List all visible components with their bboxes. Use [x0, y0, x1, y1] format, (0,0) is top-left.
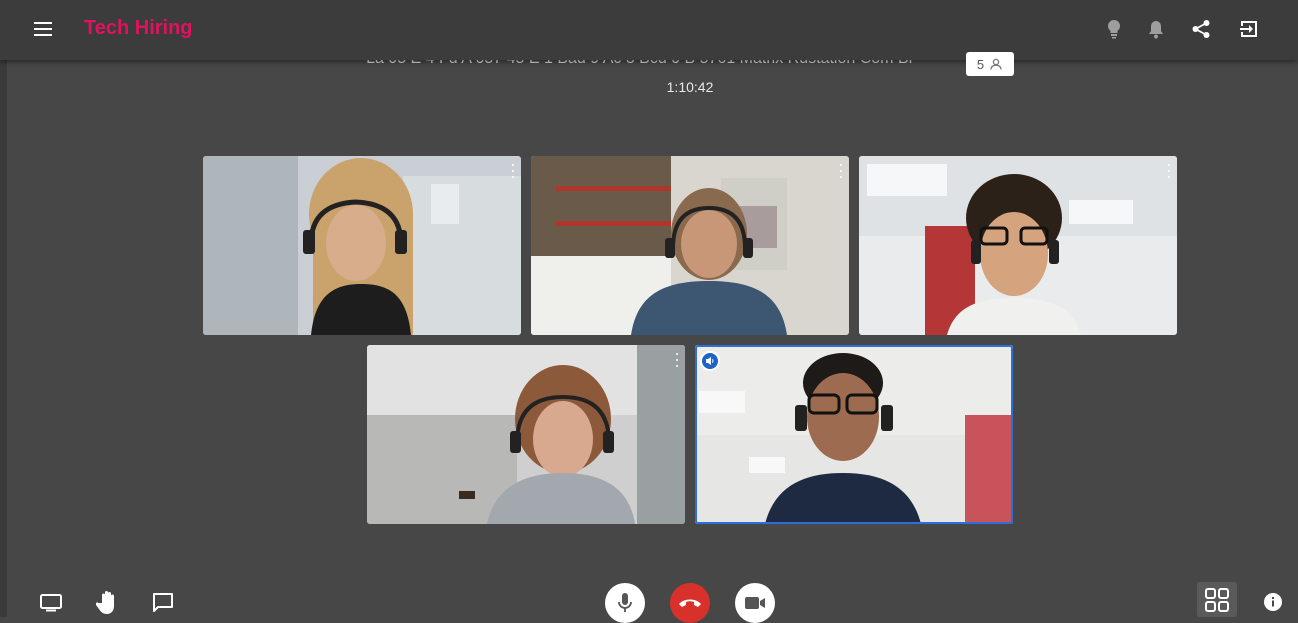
share-icon: [1192, 20, 1210, 38]
participant-tile-5[interactable]: [695, 345, 1013, 524]
menu-icon: [34, 22, 52, 36]
notifications-button[interactable]: [1145, 18, 1167, 40]
top-bar: Tech Hiring: [0, 0, 1298, 60]
microphone-button[interactable]: [605, 583, 645, 623]
chat-button[interactable]: [149, 588, 177, 616]
screen-share-icon: [40, 594, 62, 612]
meeting-timer: 1:10:42: [666, 79, 714, 95]
hang-up-button[interactable]: [670, 583, 710, 623]
menu-button[interactable]: [31, 17, 55, 41]
video-feed: [695, 345, 1013, 524]
share-button[interactable]: [1190, 18, 1212, 40]
raise-hand-icon: [96, 591, 114, 614]
video-feed: [531, 156, 849, 335]
more-vert-icon[interactable]: [1166, 164, 1172, 178]
participant-tile-2[interactable]: [531, 156, 849, 335]
participant-count-badge[interactable]: 5: [966, 52, 1014, 76]
screen-share-button[interactable]: [37, 588, 65, 616]
more-vert-icon[interactable]: [838, 164, 844, 178]
more-vert-icon[interactable]: [674, 353, 680, 367]
info-icon: [1264, 593, 1282, 611]
participant-count: 5: [976, 56, 985, 72]
more-vert-icon[interactable]: [510, 164, 516, 178]
chat-icon: [153, 593, 173, 612]
exit-icon: [1240, 21, 1257, 37]
speaking-icon: [700, 351, 720, 371]
app-title: Tech Hiring: [84, 17, 193, 39]
camera-button[interactable]: [735, 583, 775, 623]
participant-tile-1[interactable]: [203, 156, 521, 335]
raise-hand-button[interactable]: [94, 588, 122, 616]
grid-layout-icon: [1205, 587, 1229, 612]
lightbulb-icon: [1107, 19, 1121, 39]
bell-icon: [1149, 21, 1163, 39]
participant-tile-4[interactable]: [367, 345, 685, 524]
side-shadow: [0, 60, 7, 617]
microphone-icon: [618, 593, 632, 612]
info-button[interactable]: [1261, 590, 1285, 614]
video-feed: [859, 156, 1177, 335]
grid-layout-button[interactable]: [1197, 582, 1237, 617]
tips-button[interactable]: [1103, 18, 1125, 40]
video-feed: [203, 156, 521, 335]
hang-up-icon: [679, 599, 701, 607]
participant-tile-3[interactable]: [859, 156, 1177, 335]
leave-button[interactable]: [1237, 17, 1261, 41]
camera-icon: [745, 597, 765, 609]
people-icon: [990, 58, 1002, 70]
video-feed: [367, 345, 685, 524]
